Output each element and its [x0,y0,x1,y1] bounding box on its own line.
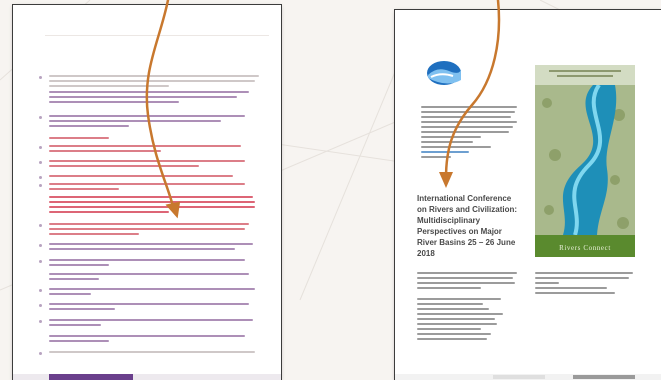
right-doc-paragraph [417,272,519,292]
left-doc-paragraph [39,351,261,356]
cover-title: Rivers Connect [559,244,611,252]
left-doc-paragraph [39,115,261,130]
left-doc-highlight [39,196,261,216]
left-doc-paragraph [39,91,261,106]
left-doc-paragraph [39,303,261,313]
right-doc-footer [395,374,661,380]
left-doc-paragraph [39,319,261,329]
left-doc-paragraph [39,288,261,298]
right-document-page: International Conference on Rivers and C… [395,10,661,380]
left-doc-paragraph [39,335,261,345]
conference-title-main: International Conference on Rivers and C… [417,194,518,258]
cover-footer: Rivers Connect [535,235,635,257]
left-doc-paragraph [39,145,261,155]
left-doc-paragraph [39,160,261,170]
book-cover-image: Rivers Connect [535,65,635,257]
right-doc-intro [421,106,519,161]
left-doc-header-rule [45,35,269,36]
left-doc-footer-accent [49,374,133,380]
left-doc-paragraph [39,175,261,180]
river-logo-icon [427,61,461,85]
right-doc-list [417,298,519,343]
left-doc-paragraph [39,243,261,253]
left-doc-footer [13,374,281,380]
cover-header [535,65,635,85]
right-doc-side-text [535,272,635,297]
left-doc-paragraph [39,273,261,283]
left-doc-heading [39,137,261,142]
left-document-page [13,5,281,380]
left-doc-paragraph [39,75,261,90]
left-doc-paragraph [39,259,261,269]
conference-title: International Conference on Rivers and C… [417,193,519,259]
left-doc-paragraph [39,183,261,193]
river-illustration-icon [535,85,635,235]
left-doc-paragraph [39,223,261,238]
